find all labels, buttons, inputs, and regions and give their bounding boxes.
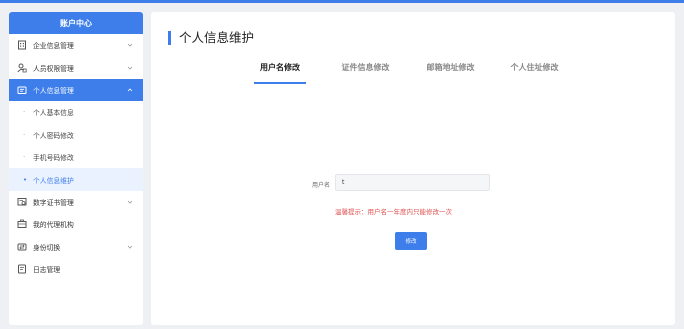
chevron-down-icon [127, 200, 133, 204]
chevron-down-icon [127, 43, 133, 47]
top-accent-bar [0, 0, 684, 3]
warning-hint: 温馨提示：用户名一年度内只能修改一次 [335, 208, 452, 216]
sidebar-item-label: 企业信息管理 [33, 42, 74, 51]
sidebar-item-label: 我的代理机构 [33, 221, 74, 230]
tab-email[interactable]: 邮箱地址修改 [423, 62, 478, 84]
tab-username[interactable]: 用户名修改 [254, 62, 306, 84]
sidebar-subitem-label: 个人基本信息 [33, 109, 74, 118]
sidebar-subitem-label: 个人密码修改 [33, 131, 74, 140]
sidebar-item-identity-switch[interactable]: 身份切换 [9, 236, 143, 258]
submit-button[interactable]: 修改 [395, 232, 427, 250]
sidebar-item-agency[interactable]: 我的代理机构 [9, 213, 143, 235]
switch-icon [15, 240, 28, 253]
sidebar-item-personal-info[interactable]: 个人信息管理 [9, 78, 143, 102]
user-lock-icon [15, 61, 28, 74]
sidebar-item-label: 身份切换 [33, 243, 61, 252]
building-icon [15, 39, 28, 52]
tab-bar: 用户名修改 证件信息修改 邮箱地址修改 个人住址修改 [254, 62, 562, 84]
username-input[interactable] [335, 174, 490, 191]
sidebar-subitem-basic-info[interactable]: · 个人基本信息 [9, 101, 143, 123]
bullet-icon: • [23, 175, 28, 184]
sidebar-item-label: 日志管理 [33, 266, 61, 275]
log-icon [15, 263, 28, 276]
sidebar-subitem-label: 手机号码修改 [33, 154, 74, 163]
sidebar-subitem-info-maintenance[interactable]: • 个人信息维护 [9, 168, 143, 191]
sidebar-subitem-phone[interactable]: · 手机号码修改 [9, 146, 143, 168]
chevron-up-icon [127, 88, 133, 92]
sidebar-item-permissions[interactable]: 人员权限管理 [9, 56, 143, 78]
bullet-icon: · [23, 153, 26, 162]
chevron-down-icon [127, 245, 133, 249]
main-panel: 个人信息维护 用户名修改 证件信息修改 邮箱地址修改 个人住址修改 用户名 温馨… [151, 12, 675, 325]
username-label: 用户名 [312, 182, 331, 189]
sidebar-item-label: 人员权限管理 [33, 64, 74, 73]
certificate-icon [15, 195, 28, 208]
agency-icon [15, 218, 28, 231]
sidebar: 账户中心 企业信息管理 人员权限管理 个人信息管理 · 个人基本信息 · 个人密… [9, 12, 143, 325]
sidebar-item-certificates[interactable]: 数字证书管理 [9, 191, 143, 213]
sidebar-title: 账户中心 [9, 12, 143, 34]
sidebar-item-logs[interactable]: 日志管理 [9, 258, 143, 280]
page-title: 个人信息维护 [168, 31, 254, 45]
sidebar-subitem-password[interactable]: · 个人密码修改 [9, 124, 143, 146]
tab-id-info[interactable]: 证件信息修改 [338, 62, 393, 84]
sidebar-item-label: 数字证书管理 [33, 198, 74, 207]
tab-address[interactable]: 个人住址修改 [507, 62, 562, 84]
chevron-down-icon [127, 66, 133, 70]
sidebar-item-enterprise-info[interactable]: 企业信息管理 [9, 34, 143, 56]
bullet-icon: · [23, 108, 26, 117]
sidebar-subitem-label: 个人信息维护 [33, 176, 74, 185]
bullet-icon: · [23, 130, 26, 139]
sidebar-item-label: 个人信息管理 [33, 86, 74, 95]
id-card-icon [15, 83, 28, 96]
